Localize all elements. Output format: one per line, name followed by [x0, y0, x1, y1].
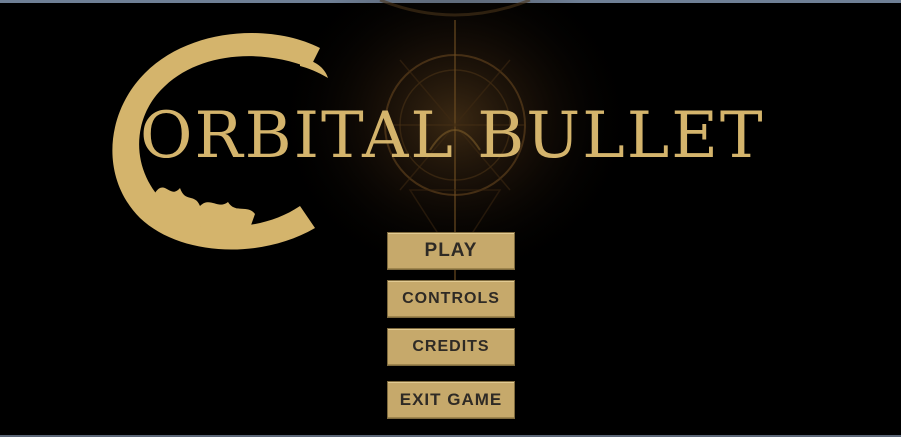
exit-game-button[interactable]: EXIT GAME — [387, 381, 515, 419]
play-button[interactable]: PLAY — [387, 232, 515, 270]
credits-button[interactable]: CREDITS — [387, 328, 515, 366]
controls-button[interactable]: CONTROLS — [387, 280, 515, 318]
main-menu-screen: ORBITAL BULLET PLAY CONTROLS CREDITS EXI… — [0, 0, 901, 437]
game-title: ORBITAL BULLET — [140, 99, 765, 173]
